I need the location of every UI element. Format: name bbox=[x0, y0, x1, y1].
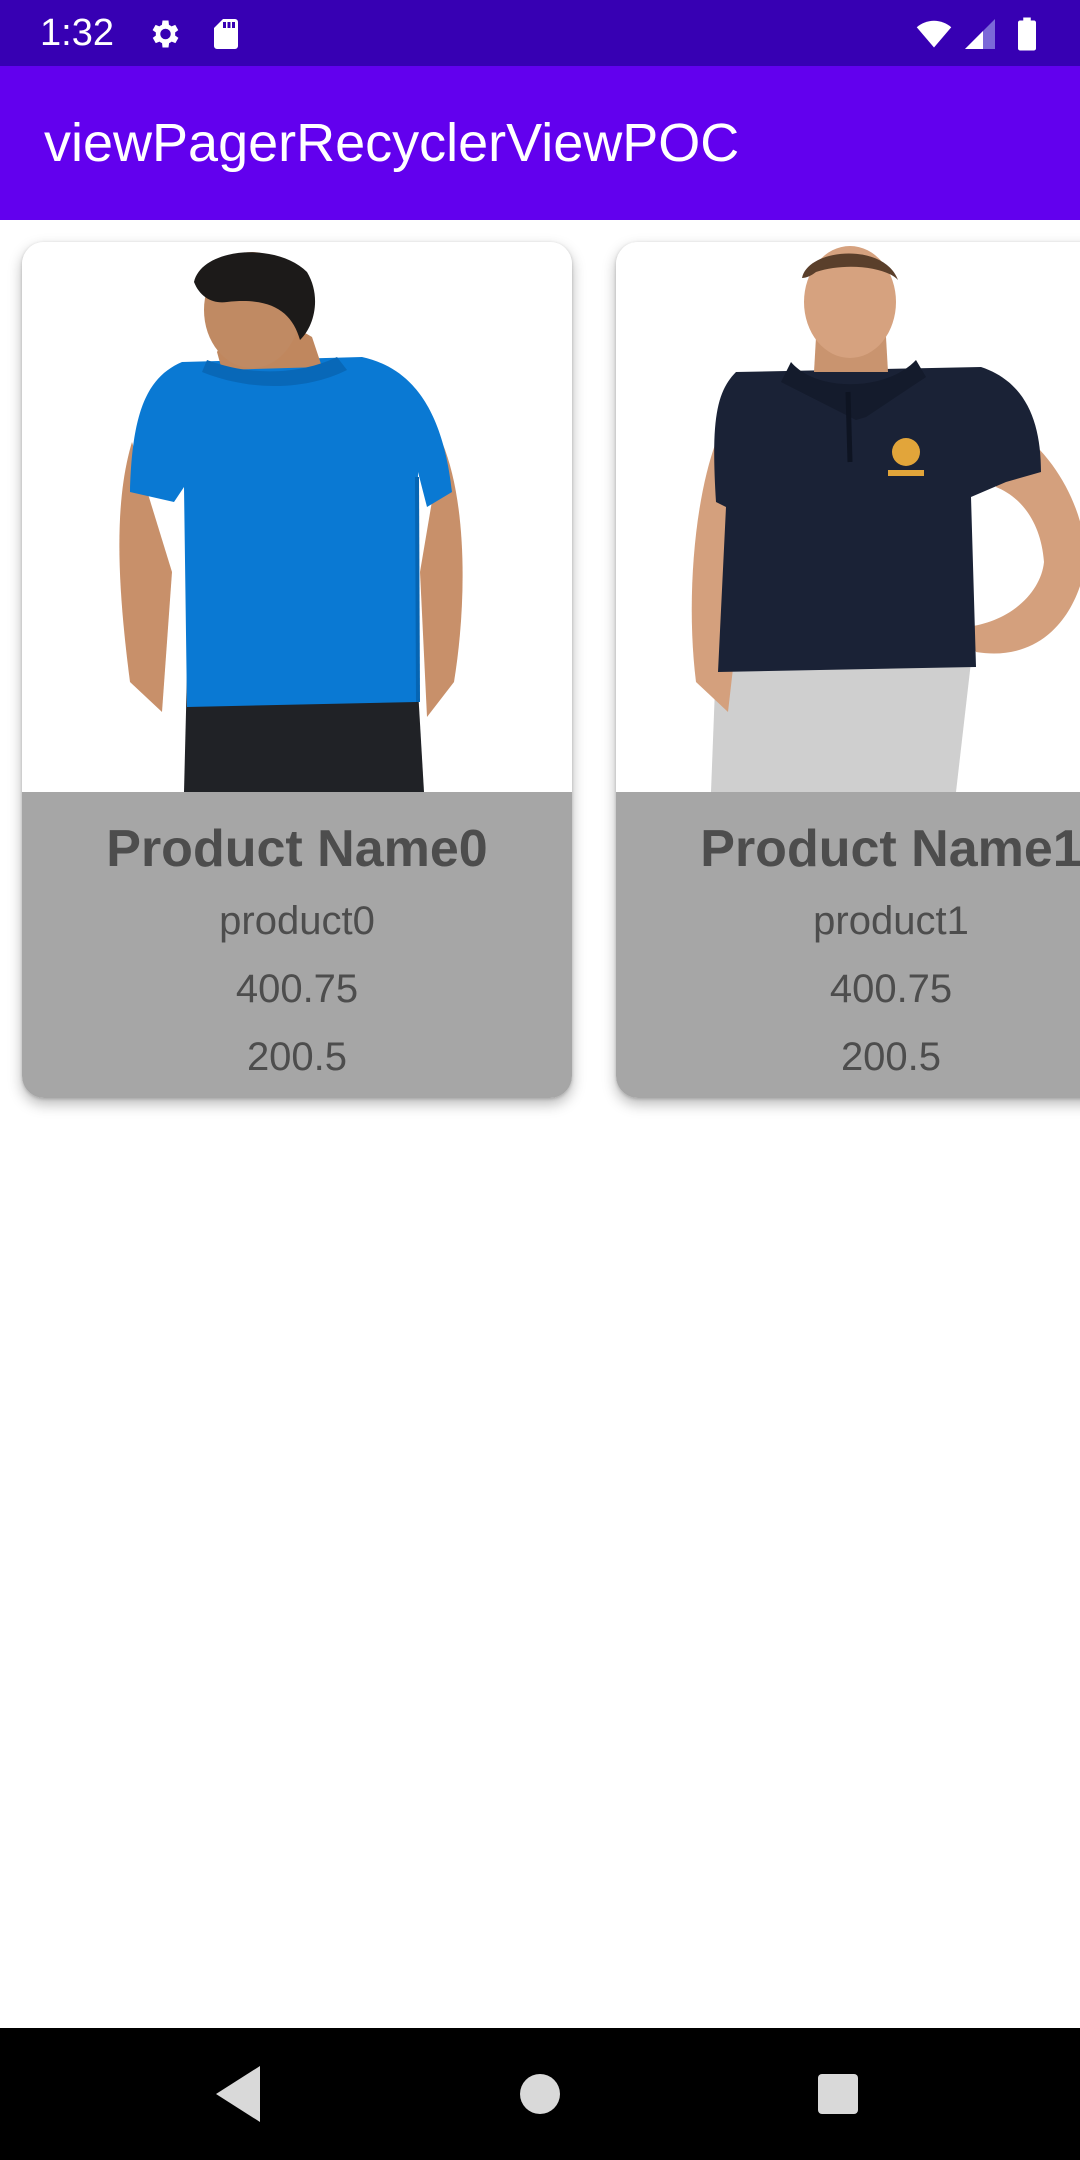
home-icon[interactable] bbox=[500, 2054, 580, 2134]
product-discount-price: 200.5 bbox=[840, 1035, 942, 1079]
product-info-panel: Product Name1 product1 400.75 200.5 bbox=[616, 792, 1080, 1098]
product-name: Product Name1 bbox=[700, 820, 1080, 878]
product-image bbox=[22, 242, 572, 792]
wifi-icon bbox=[916, 20, 952, 48]
navy-polo-shirt-front-view bbox=[691, 246, 1080, 792]
status-bar: 1:32 bbox=[0, 0, 1080, 66]
screen: 1:32 viewPagerRecyclerViewPOC Product Na… bbox=[0, 0, 1080, 2160]
product-card[interactable]: Product Name0 product0 400.75 200.5 bbox=[22, 242, 572, 1098]
product-price: 400.75 bbox=[829, 967, 953, 1011]
product-description: product0 bbox=[219, 899, 375, 943]
navigation-bar bbox=[0, 2028, 1080, 2160]
back-icon[interactable] bbox=[200, 2054, 280, 2134]
gear-icon bbox=[152, 20, 179, 48]
product-image bbox=[616, 242, 1080, 792]
app-title: viewPagerRecyclerViewPOC bbox=[44, 113, 740, 173]
product-discount-price: 200.5 bbox=[246, 1035, 348, 1079]
blue-polo-shirt-back-view bbox=[119, 252, 463, 792]
status-time: 1:32 bbox=[40, 12, 114, 54]
product-card[interactable]: Product Name1 product1 400.75 200.5 bbox=[616, 242, 1080, 1098]
product-description: product1 bbox=[813, 899, 969, 943]
battery-icon bbox=[1018, 17, 1036, 51]
product-info-panel: Product Name0 product0 400.75 200.5 bbox=[22, 792, 572, 1098]
product-name: Product Name0 bbox=[106, 820, 488, 878]
recents-icon[interactable] bbox=[798, 2054, 878, 2134]
app-bar: viewPagerRecyclerViewPOC bbox=[0, 66, 1080, 220]
sd-card-icon bbox=[214, 19, 238, 49]
product-pager[interactable]: Product Name0 product0 400.75 200.5 Prod… bbox=[0, 220, 1080, 1120]
product-price: 400.75 bbox=[235, 967, 359, 1011]
signal-icon bbox=[965, 19, 995, 49]
